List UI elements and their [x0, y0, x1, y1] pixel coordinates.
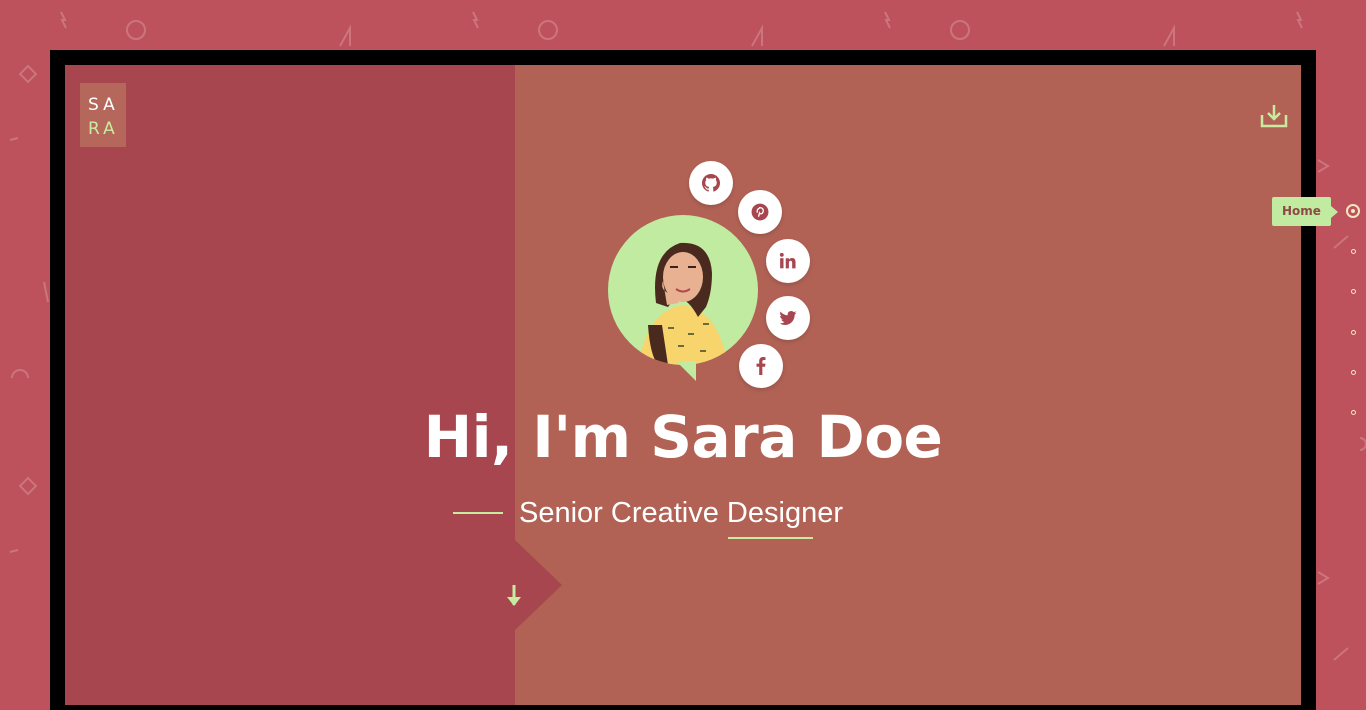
nav-tooltip-home: Home: [1272, 197, 1338, 226]
hero-section: SA RA Hi, I'm Sara Doe Senior Creative D…: [65, 65, 1301, 705]
facebook-icon: [756, 357, 766, 375]
linkedin-link[interactable]: [766, 239, 810, 283]
hero-subtitle: Senior Creative Designer: [519, 497, 843, 529]
nav-dot-5[interactable]: [1351, 370, 1356, 375]
avatar-bubble-tail: [676, 361, 696, 381]
profile-avatar: [608, 215, 758, 385]
logo-line-2: RA: [88, 119, 119, 139]
profile-photo: [638, 242, 728, 365]
avatar: [608, 215, 758, 365]
github-icon: [702, 174, 720, 192]
linkedin-icon: [779, 252, 796, 269]
pinterest-icon: [751, 203, 769, 221]
hero-headline: Hi, I'm Sara Doe: [423, 403, 943, 471]
nav-dot-2[interactable]: [1351, 249, 1356, 254]
left-panel: [65, 65, 515, 705]
logo-line-1: SA: [88, 95, 119, 115]
nav-dot-3[interactable]: [1351, 289, 1356, 294]
download-cv-button[interactable]: [1260, 103, 1288, 129]
github-link[interactable]: [689, 161, 733, 205]
twitter-icon: [779, 311, 797, 325]
pinterest-link[interactable]: [738, 190, 782, 234]
nav-dot-4[interactable]: [1351, 330, 1356, 335]
site-logo[interactable]: SA RA: [80, 83, 126, 147]
twitter-link[interactable]: [766, 296, 810, 340]
download-icon: [1260, 105, 1288, 128]
arrow-down-icon: [507, 585, 521, 606]
subtitle-dash: [453, 512, 503, 514]
scroll-down-button[interactable]: [505, 583, 523, 611]
facebook-link[interactable]: [739, 344, 783, 388]
nav-dot-home[interactable]: [1346, 204, 1360, 218]
nav-dot-6[interactable]: [1351, 410, 1356, 415]
subtitle-underline: [728, 537, 813, 539]
